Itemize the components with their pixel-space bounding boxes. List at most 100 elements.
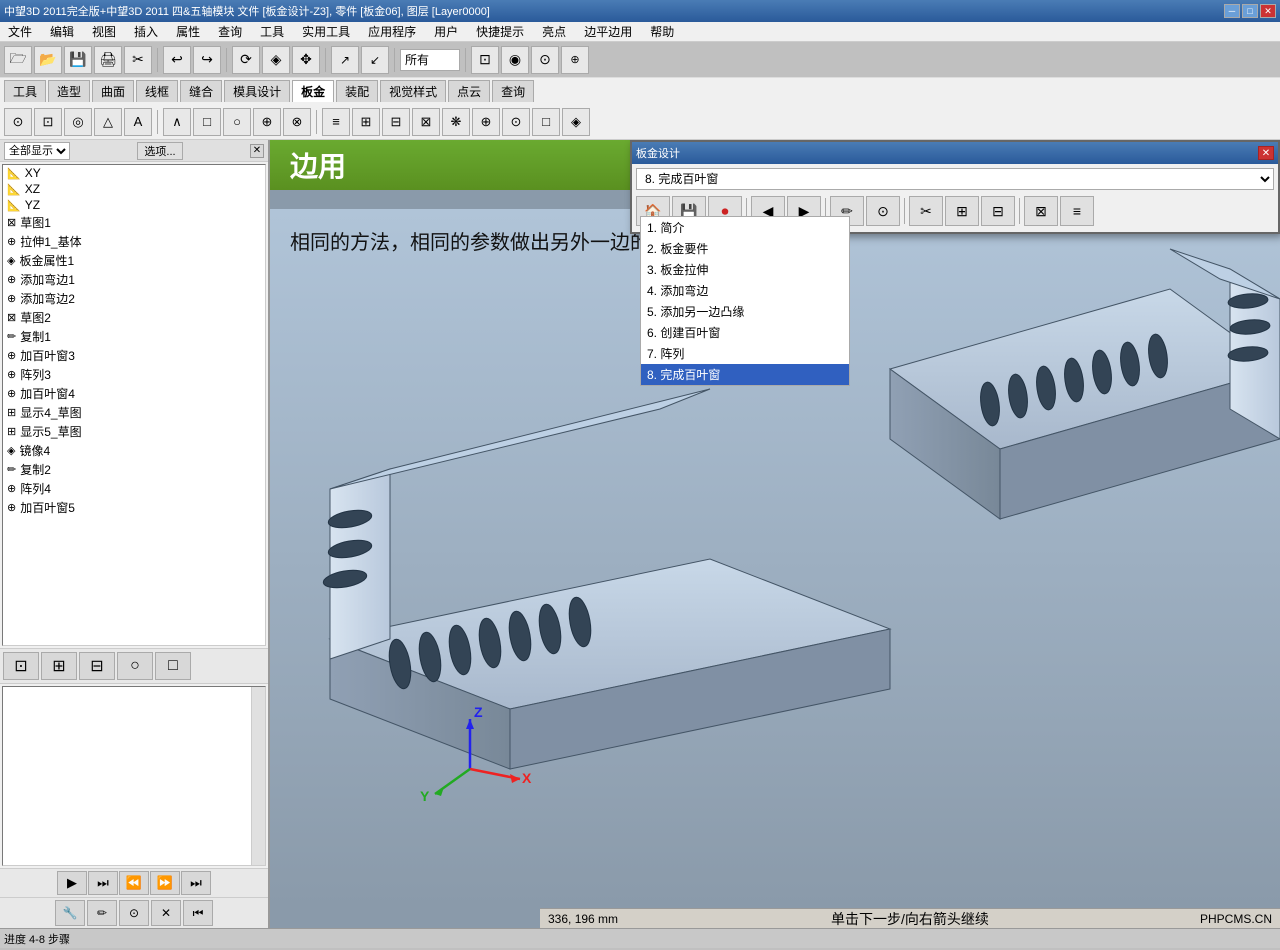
menu-item-亮点[interactable]: 亮点 [538, 22, 570, 41]
bj-circle-button[interactable]: ⊙ [866, 196, 900, 226]
tree-item-17[interactable]: ⊕阵列4 [3, 479, 265, 498]
tree-item-8[interactable]: ⊠草图2 [3, 308, 265, 327]
select-button[interactable]: ◈ [262, 46, 290, 74]
tab-查询[interactable]: 查询 [492, 80, 534, 102]
banjin-close-button[interactable]: ✕ [1258, 146, 1274, 160]
bj-cut-button[interactable]: ✂ [909, 196, 943, 226]
toolbar3-btn-13[interactable]: ⊠ [412, 108, 440, 136]
toolbar3-btn-5[interactable]: ∧ [163, 108, 191, 136]
menu-item-查询[interactable]: 查询 [214, 22, 246, 41]
tree-item-5[interactable]: ◈板金属性1 [3, 251, 265, 270]
dropdown-item-8[interactable]: 8. 完成百叶窗 [641, 364, 849, 385]
toolbar3-btn-9[interactable]: ⊗ [283, 108, 311, 136]
undo-button[interactable]: ↩ [163, 46, 191, 74]
tab-曲面[interactable]: 曲面 [92, 80, 134, 102]
toolbar3-btn-17[interactable]: □ [532, 108, 560, 136]
toolbar3-btn-11[interactable]: ⊞ [352, 108, 380, 136]
last-button[interactable]: ⏭ [181, 871, 211, 895]
bj-grid-button[interactable]: ⊞ [945, 196, 979, 226]
tab-工具[interactable]: 工具 [4, 80, 46, 102]
maximize-button[interactable]: □ [1242, 4, 1258, 18]
edit-button[interactable]: ✏ [87, 900, 117, 926]
magnet-button[interactable]: ⊕ [561, 46, 589, 74]
first-button[interactable]: ⏮ [183, 900, 213, 926]
tree-item-13[interactable]: ⊞显示4_草图 [3, 403, 265, 422]
tab-装配[interactable]: 装配 [336, 80, 378, 102]
next-button[interactable]: ⏭ [88, 871, 118, 895]
menu-item-快捷提示[interactable]: 快捷提示 [472, 22, 528, 41]
lb-btn-4[interactable]: ○ [117, 652, 153, 680]
delete-button[interactable]: ✕ [151, 900, 181, 926]
lb-btn-3[interactable]: ⊟ [79, 652, 115, 680]
tree-item-10[interactable]: ⊕加百叶窗3 [3, 346, 265, 365]
tree-item-3[interactable]: ⊠草图1 [3, 213, 265, 232]
menu-item-编辑[interactable]: 编辑 [46, 22, 78, 41]
toolbar3-btn-6[interactable]: □ [193, 108, 221, 136]
window-controls[interactable]: ─ □ ✕ [1224, 4, 1276, 18]
menu-item-插入[interactable]: 插入 [130, 22, 162, 41]
dropdown-item-2[interactable]: 2. 板金要件 [641, 238, 849, 259]
redo-button[interactable]: ↪ [193, 46, 221, 74]
new-button[interactable]: 🗁 [4, 46, 32, 74]
dropdown-item-4[interactable]: 4. 添加弯边 [641, 280, 849, 301]
bj-paste-button[interactable]: ≡ [1060, 196, 1094, 226]
toolbar3-btn-8[interactable]: ⊕ [253, 108, 281, 136]
toolbar3-btn-15[interactable]: ⊕ [472, 108, 500, 136]
toolbar3-btn-7[interactable]: ○ [223, 108, 251, 136]
print-button[interactable]: 🖨 [94, 46, 122, 74]
pan-button[interactable]: ✥ [292, 46, 320, 74]
wrench-button[interactable]: 🔧 [55, 900, 85, 926]
toolbar3-btn-12[interactable]: ⊟ [382, 108, 410, 136]
target-button[interactable]: ⊙ [119, 900, 149, 926]
lb-btn-1[interactable]: ⊡ [3, 652, 39, 680]
bj-copy-button[interactable]: ⊠ [1024, 196, 1058, 226]
tab-板金[interactable]: 板金 [292, 80, 334, 102]
prev-frame-button[interactable]: ⏪ [119, 871, 149, 895]
tab-缝合[interactable]: 缝合 [180, 80, 222, 102]
menu-item-用户[interactable]: 用户 [430, 22, 462, 41]
menu-item-实用工具[interactable]: 实用工具 [298, 22, 354, 41]
tree-item-2[interactable]: 📐YZ [3, 197, 265, 213]
banjin-step-select[interactable]: 8. 完成百叶窗 [636, 168, 1274, 190]
tab-点云[interactable]: 点云 [448, 80, 490, 102]
bj-minus-button[interactable]: ⊟ [981, 196, 1015, 226]
tree-item-11[interactable]: ⊕阵列3 [3, 365, 265, 384]
dropdown-item-6[interactable]: 6. 创建百叶窗 [641, 322, 849, 343]
tab-线框[interactable]: 线框 [136, 80, 178, 102]
filter-dropdown[interactable]: 所有 [400, 49, 460, 71]
tree-item-4[interactable]: ⊕拉伸1_基体 [3, 232, 265, 251]
view-button[interactable]: ◉ [501, 46, 529, 74]
menu-item-属性[interactable]: 属性 [172, 22, 204, 41]
banjin-dropdown[interactable]: 1. 简介2. 板金要件3. 板金拉伸4. 添加弯边5. 添加另一边凸缘6. 创… [640, 216, 850, 386]
dropdown-item-3[interactable]: 3. 板金拉伸 [641, 259, 849, 280]
tree-item-18[interactable]: ⊕加百叶窗5 [3, 498, 265, 517]
tab-模具设计[interactable]: 模具设计 [224, 80, 290, 102]
panel-close-button[interactable]: ✕ [250, 144, 264, 158]
tree-item-12[interactable]: ⊕加百叶窗4 [3, 384, 265, 403]
play-button[interactable]: ▶ [57, 871, 87, 895]
dropdown-item-1[interactable]: 1. 简介 [641, 217, 849, 238]
tree-item-16[interactable]: ✏复制2 [3, 460, 265, 479]
sphere-button[interactable]: ⊙ [531, 46, 559, 74]
menu-item-边平边用[interactable]: 边平边用 [580, 22, 636, 41]
dropdown-item-5[interactable]: 5. 添加另一边凸缘 [641, 301, 849, 322]
tree-item-9[interactable]: ✏复制1 [3, 327, 265, 346]
menu-item-工具[interactable]: 工具 [256, 22, 288, 41]
toolbar3-btn-18[interactable]: ◈ [562, 108, 590, 136]
toolbar3-btn-1[interactable]: ⊡ [34, 108, 62, 136]
toolbar3-btn-0[interactable]: ⊙ [4, 108, 32, 136]
display-select[interactable]: 全部显示 [4, 142, 70, 160]
tree-item-7[interactable]: ⊕添加弯边2 [3, 289, 265, 308]
toolbar3-btn-4[interactable]: A [124, 108, 152, 136]
preview-scrollbar[interactable] [251, 687, 265, 865]
lb-btn-5[interactable]: □ [155, 652, 191, 680]
arrow-btn-1[interactable]: ↗ [331, 46, 359, 74]
menu-item-帮助[interactable]: 帮助 [646, 22, 678, 41]
close-button[interactable]: ✕ [1260, 4, 1276, 18]
toolbar3-btn-3[interactable]: △ [94, 108, 122, 136]
open-button[interactable]: 📂 [34, 46, 62, 74]
minimize-button[interactable]: ─ [1224, 4, 1240, 18]
tree-item-6[interactable]: ⊕添加弯边1 [3, 270, 265, 289]
tab-造型[interactable]: 造型 [48, 80, 90, 102]
tab-视觉样式[interactable]: 视觉样式 [380, 80, 446, 102]
